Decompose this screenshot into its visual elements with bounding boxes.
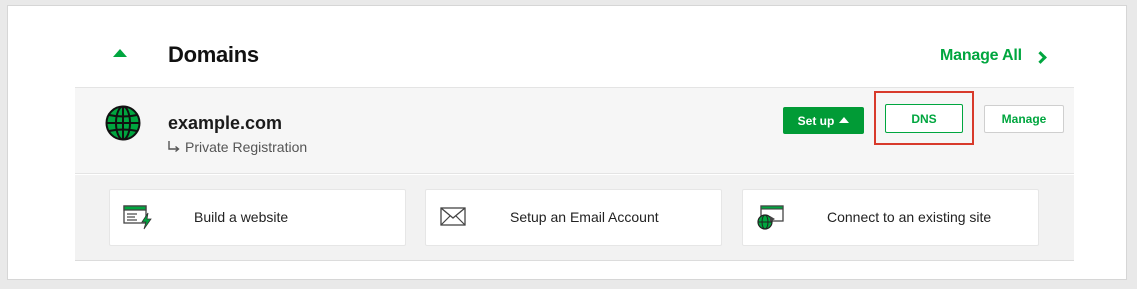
setup-email-label: Setup an Email Account [510, 209, 659, 225]
setup-email-card[interactable]: Setup an Email Account [425, 189, 722, 246]
connect-site-card[interactable]: Connect to an existing site [742, 189, 1039, 246]
private-registration-label: Private Registration [185, 139, 308, 155]
setup-label: Set up [797, 113, 835, 128]
collapse-button[interactable] [106, 41, 134, 65]
caret-up-icon [113, 49, 127, 57]
quick-actions: Build a website Setup an Email Account C… [75, 175, 1074, 261]
manage-all-label: Manage All [940, 47, 1022, 64]
return-arrow-icon [168, 141, 180, 153]
envelope-icon [440, 207, 466, 226]
setup-button[interactable]: Set up [783, 107, 864, 134]
caret-up-icon [839, 116, 850, 123]
manage-button[interactable]: Manage [984, 105, 1064, 133]
globe-icon [105, 105, 141, 141]
build-website-card[interactable]: Build a website [109, 189, 406, 246]
chevron-right-icon [1034, 50, 1047, 64]
domain-row: example.com Private Registration Set up … [75, 87, 1074, 174]
connect-site-label: Connect to an existing site [827, 209, 992, 225]
section-title: Domains [168, 42, 259, 67]
dns-button[interactable]: DNS [885, 104, 963, 133]
domain-name[interactable]: example.com [168, 113, 282, 134]
domain-subtitle: Private Registration [167, 139, 307, 155]
manage-all-link[interactable]: Manage All [940, 47, 1047, 65]
domains-panel: Domains Manage All example.com Private R… [7, 5, 1127, 280]
connect-site-icon [757, 205, 784, 230]
website-builder-icon [123, 205, 152, 230]
build-website-label: Build a website [194, 209, 289, 225]
